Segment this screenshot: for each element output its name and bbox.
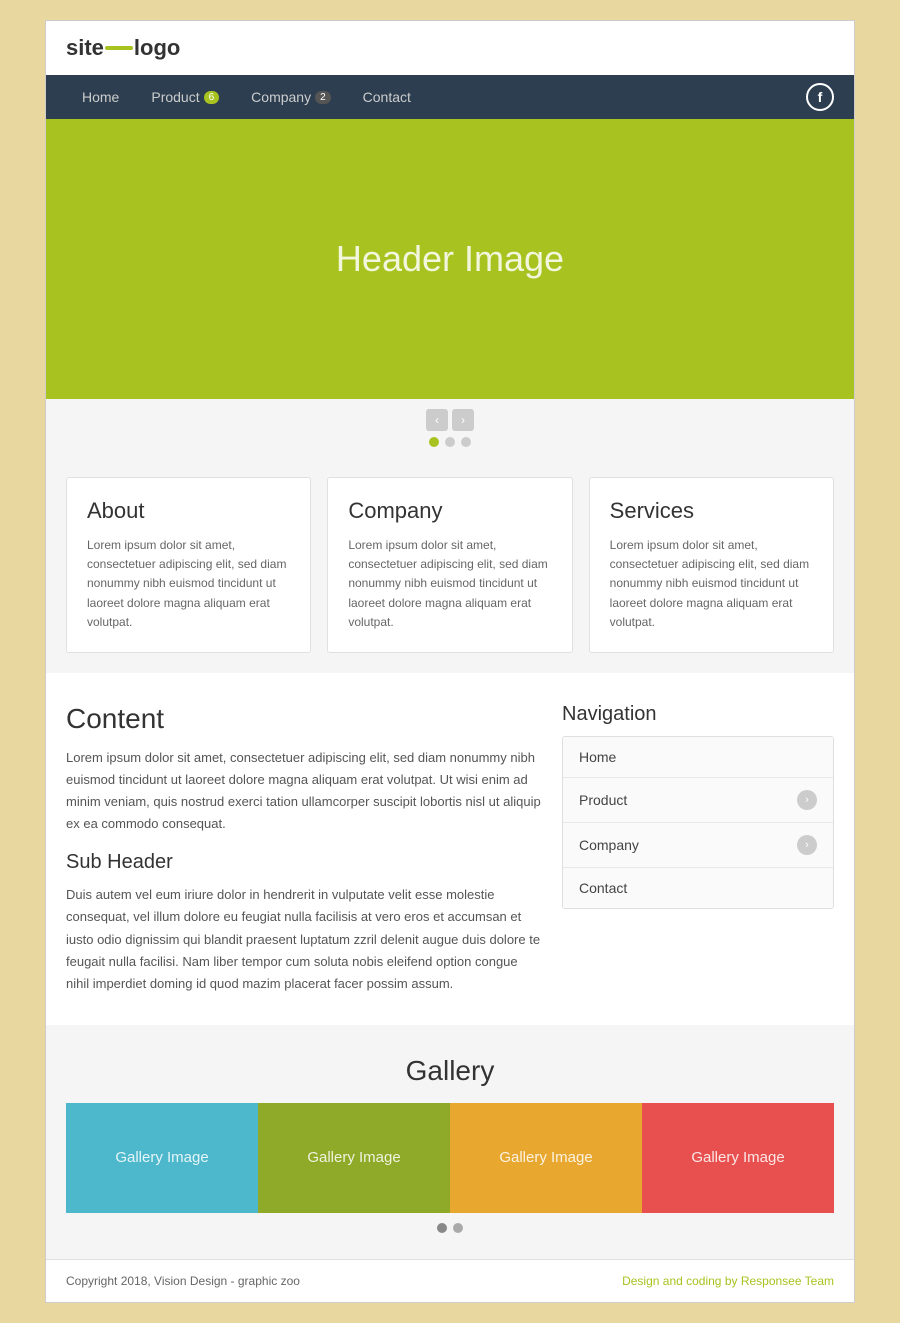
nav-item-company[interactable]: Company 2 xyxy=(235,75,346,119)
nav-badge-product: 6 xyxy=(204,91,220,104)
sidebar-nav-title: Navigation xyxy=(562,703,834,726)
card-services-text: Lorem ipsum dolor sit amet, consectetuer… xyxy=(610,536,813,632)
gallery-item-1[interactable]: Gallery Image xyxy=(66,1103,258,1213)
facebook-icon[interactable]: f xyxy=(806,83,834,111)
sidebar-nav-contact-label: Contact xyxy=(579,880,627,896)
nav-item-home[interactable]: Home xyxy=(66,75,135,119)
card-services-title: Services xyxy=(610,498,813,524)
footer-copyright: Copyright 2018, Vision Design - graphic … xyxy=(66,1274,300,1288)
site-header: site logo xyxy=(46,21,854,75)
gallery-dots xyxy=(66,1213,834,1249)
sub-text: Duis autem vel eum iriure dolor in hendr… xyxy=(66,884,542,994)
content-section: Content Lorem ipsum dolor sit amet, cons… xyxy=(46,673,854,1025)
slider-dots xyxy=(429,437,471,447)
nav-item-home-label: Home xyxy=(82,89,119,105)
sidebar-nav-product-arrow: › xyxy=(797,790,817,810)
sidebar-nav-company-label: Company xyxy=(579,837,639,853)
sidebar-nav-item-home[interactable]: Home xyxy=(563,737,833,778)
logo-logo-text: logo xyxy=(134,35,180,61)
content-main-text: Lorem ipsum dolor sit amet, consectetuer… xyxy=(66,747,542,835)
page-wrapper: site logo Home Product 6 Company 2 Contac… xyxy=(45,20,855,1303)
site-logo: site logo xyxy=(66,35,834,61)
nav-items: Home Product 6 Company 2 Contact xyxy=(66,75,806,119)
cards-section: About Lorem ipsum dolor sit amet, consec… xyxy=(46,457,854,673)
sidebar-nav: Home Product › Company › Contact xyxy=(562,736,834,909)
logo-dot-icon xyxy=(105,46,133,50)
card-about-title: About xyxy=(87,498,290,524)
sidebar-nav-home-label: Home xyxy=(579,749,616,765)
slider-controls: ‹ › xyxy=(46,399,854,457)
nav-item-company-label: Company xyxy=(251,89,311,105)
card-company-title: Company xyxy=(348,498,551,524)
nav-item-product-label: Product xyxy=(151,89,199,105)
slider-arrows: ‹ › xyxy=(426,409,474,431)
nav-badge-company: 2 xyxy=(315,91,331,104)
card-about-text: Lorem ipsum dolor sit amet, consectetuer… xyxy=(87,536,290,632)
gallery-item-3[interactable]: Gallery Image xyxy=(450,1103,642,1213)
slider-prev-button[interactable]: ‹ xyxy=(426,409,448,431)
sidebar-nav-company-arrow: › xyxy=(797,835,817,855)
card-company-text: Lorem ipsum dolor sit amet, consectetuer… xyxy=(348,536,551,632)
gallery-section: Gallery Gallery Image Gallery Image Gall… xyxy=(46,1025,854,1259)
content-title: Content xyxy=(66,703,542,735)
main-nav: Home Product 6 Company 2 Contact f xyxy=(46,75,854,119)
gallery-grid: Gallery Image Gallery Image Gallery Imag… xyxy=(66,1103,834,1213)
content-main: Content Lorem ipsum dolor sit amet, cons… xyxy=(66,703,542,995)
hero-title: Header Image xyxy=(336,238,564,280)
footer-credit: Design and coding by Responsee Team xyxy=(622,1274,834,1288)
card-services: Services Lorem ipsum dolor sit amet, con… xyxy=(589,477,834,653)
gallery-item-2[interactable]: Gallery Image xyxy=(258,1103,450,1213)
content-sidebar: Navigation Home Product › Company › Cont… xyxy=(562,703,834,995)
sidebar-nav-item-contact[interactable]: Contact xyxy=(563,868,833,908)
slider-next-button[interactable]: › xyxy=(452,409,474,431)
sidebar-nav-product-label: Product xyxy=(579,792,627,808)
gallery-item-4[interactable]: Gallery Image xyxy=(642,1103,834,1213)
card-about: About Lorem ipsum dolor sit amet, consec… xyxy=(66,477,311,653)
nav-item-contact-label: Contact xyxy=(363,89,411,105)
nav-item-contact[interactable]: Contact xyxy=(347,75,427,119)
site-footer: Copyright 2018, Vision Design - graphic … xyxy=(46,1259,854,1302)
sub-header: Sub Header xyxy=(66,851,542,874)
sidebar-nav-item-company[interactable]: Company › xyxy=(563,823,833,868)
slider-dot-3[interactable] xyxy=(461,437,471,447)
gallery-dot-1[interactable] xyxy=(437,1223,447,1233)
slider-dot-2[interactable] xyxy=(445,437,455,447)
gallery-title: Gallery xyxy=(66,1055,834,1087)
card-company: Company Lorem ipsum dolor sit amet, cons… xyxy=(327,477,572,653)
slider-dot-1[interactable] xyxy=(429,437,439,447)
sidebar-nav-item-product[interactable]: Product › xyxy=(563,778,833,823)
logo-site-text: site xyxy=(66,35,104,61)
gallery-dot-2[interactable] xyxy=(453,1223,463,1233)
nav-item-product[interactable]: Product 6 xyxy=(135,75,235,119)
hero-section: Header Image xyxy=(46,119,854,399)
